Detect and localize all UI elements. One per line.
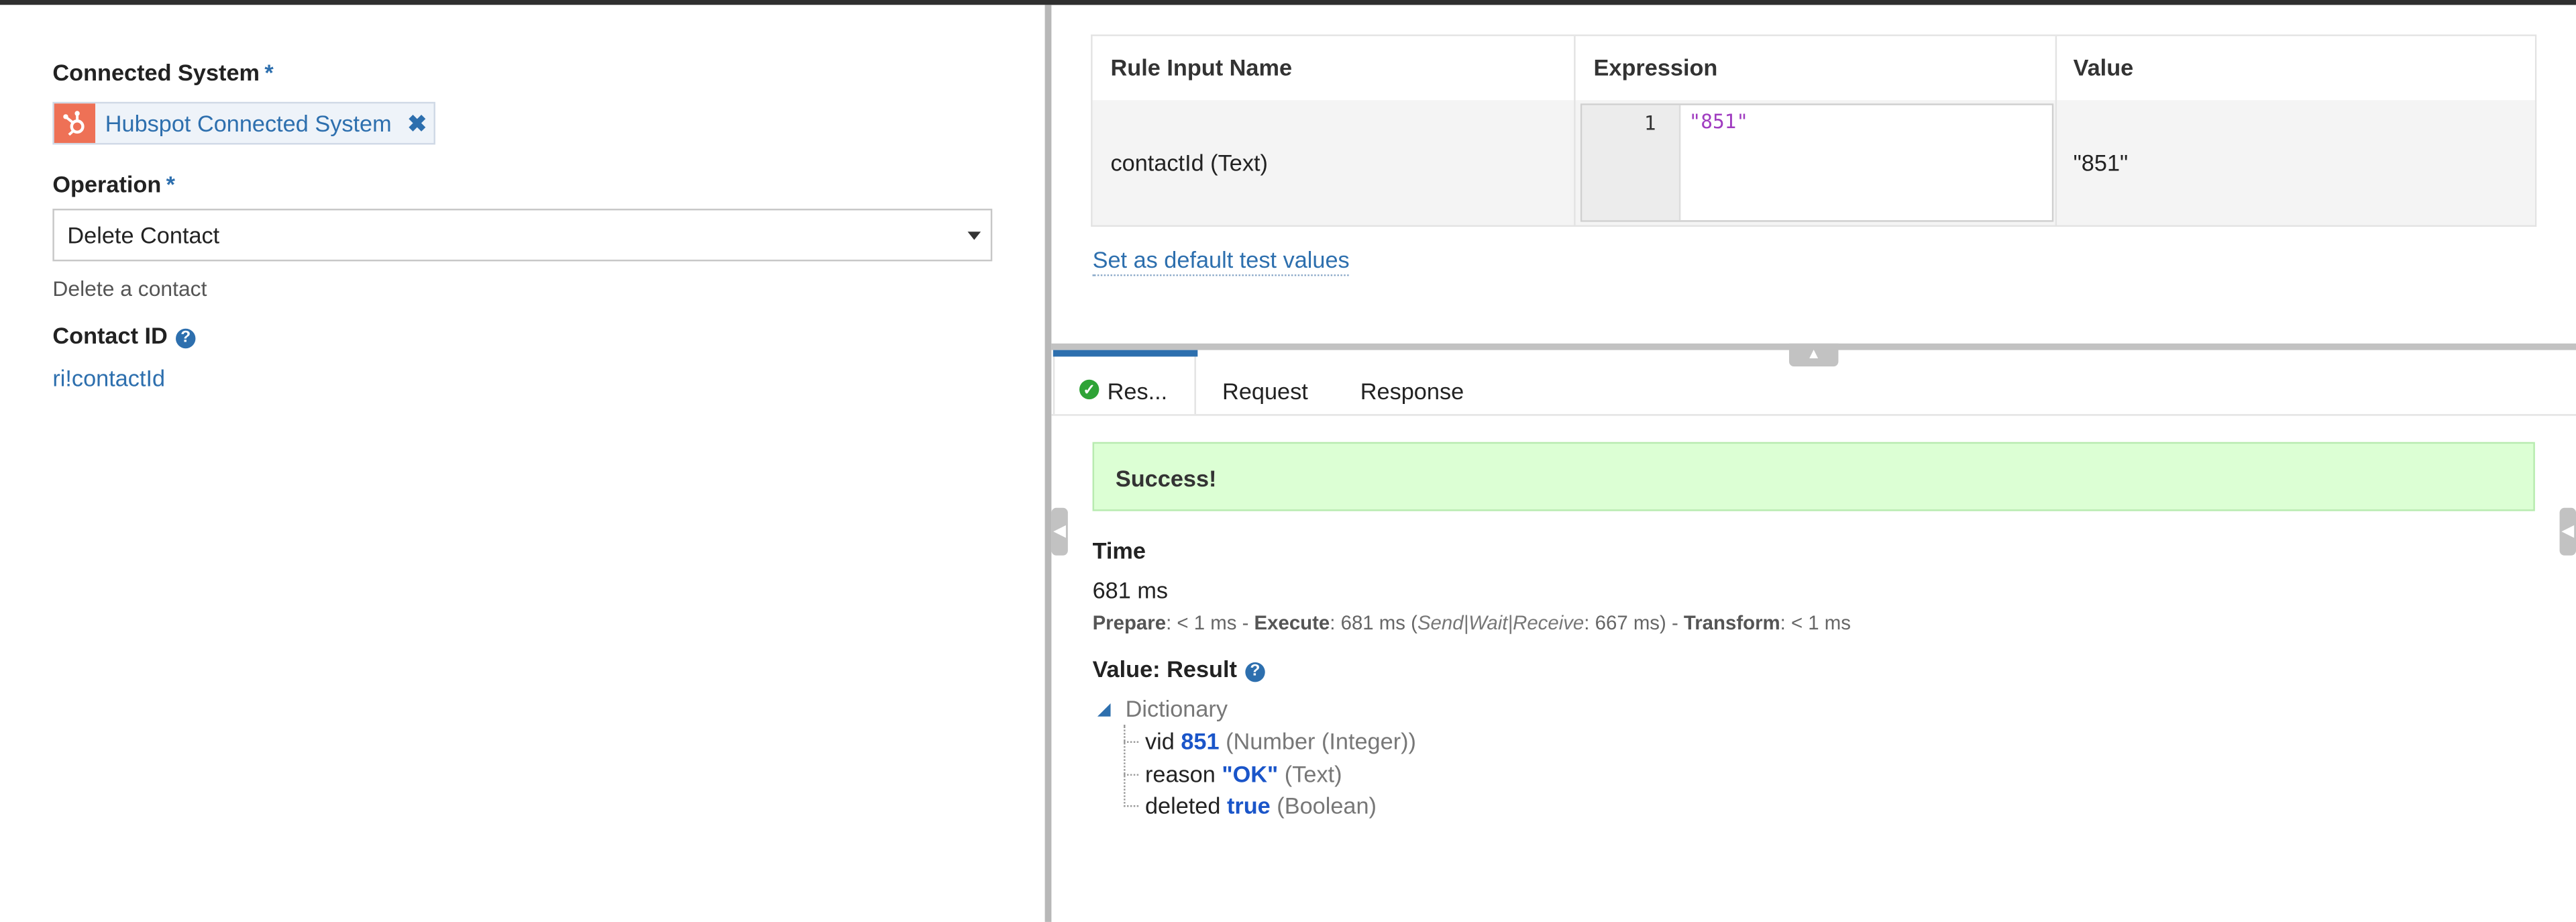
time-breakdown: Prepare: < 1 ms - Execute: 681 ms (Send|…	[1092, 611, 1851, 635]
success-check-icon: ✓	[1079, 379, 1099, 400]
hubspot-logo-icon	[54, 103, 96, 144]
tab-request[interactable]: Request	[1222, 350, 1337, 415]
contact-id-label: Contact ID?	[52, 322, 196, 349]
table-row: contactId (Text) 1 "851" "851"	[1092, 100, 2535, 225]
remove-icon[interactable]: ✖	[407, 110, 427, 138]
expression-editor[interactable]: 1 "851"	[1580, 103, 2054, 222]
header-expression: Expression	[1593, 54, 1718, 81]
connected-system-name[interactable]: Hubspot Connected System	[105, 110, 392, 136]
result-tabs: ✓ Res... Request Response	[1051, 350, 2576, 416]
tree-root-label: Dictionary	[1125, 695, 1228, 722]
time-label: Time	[1092, 537, 1146, 564]
tree-node: deleted true (Boolean)	[1124, 792, 1377, 819]
tree-node: vid 851 (Number (Integer))	[1124, 728, 1416, 754]
header-value: Value	[2073, 54, 2134, 81]
rule-input-value: "851"	[2073, 149, 2129, 176]
help-icon[interactable]: ?	[176, 328, 196, 349]
rule-input-name: contactId (Text)	[1110, 149, 1268, 176]
help-icon[interactable]: ?	[1245, 662, 1265, 682]
tab-response-label: Response	[1360, 378, 1464, 405]
tree-node: reason "OK" (Text)	[1124, 761, 1342, 787]
collapse-left-icon[interactable]: ◀	[1051, 507, 1068, 556]
rule-inputs-table: Rule Input Name Expression Value contact…	[1091, 34, 2537, 227]
tab-response[interactable]: Response	[1360, 350, 1492, 415]
value-result-label: Value: Result?	[1093, 656, 1265, 682]
collapse-right-icon[interactable]: ◀	[2559, 507, 2576, 556]
success-banner: Success!	[1092, 442, 2535, 511]
table-header: Rule Input Name Expression Value	[1092, 36, 2535, 102]
active-tab-indicator	[1053, 350, 1198, 357]
integration-config-panel: Connected System * Hubspot Connected Syst…	[0, 5, 1045, 922]
operation-value: Delete Contact	[67, 221, 220, 248]
set-default-test-values-link[interactable]: Set as default test values	[1092, 246, 1350, 276]
column-divider	[2055, 36, 2057, 225]
tab-result[interactable]: ✓ Res...	[1053, 350, 1198, 415]
line-number: 1	[1644, 111, 1656, 135]
column-divider	[1574, 36, 1576, 225]
caret-down-icon	[967, 232, 981, 240]
tab-result-label: Res...	[1107, 378, 1168, 405]
tab-request-label: Request	[1222, 378, 1308, 405]
expression-code[interactable]: "851"	[1689, 110, 1748, 133]
vertical-splitter[interactable]	[1044, 5, 1052, 922]
success-message: Success!	[1115, 465, 1217, 492]
operation-description: Delete a contact	[52, 276, 207, 301]
operation-label: Operation *	[52, 170, 176, 197]
connected-system-label: Connected System *	[52, 59, 274, 86]
header-rule-input-name: Rule Input Name	[1110, 54, 1293, 81]
time-value: 681 ms	[1092, 576, 1169, 603]
line-gutter: 1	[1582, 105, 1681, 221]
collapse-triangle-icon[interactable]	[1097, 703, 1111, 717]
top-bar	[0, 0, 2576, 5]
contact-id-value[interactable]: ri!contactId	[52, 365, 165, 391]
connected-system-chip[interactable]: Hubspot Connected System ✖	[52, 101, 435, 145]
operation-dropdown[interactable]: Delete Contact	[52, 209, 993, 262]
